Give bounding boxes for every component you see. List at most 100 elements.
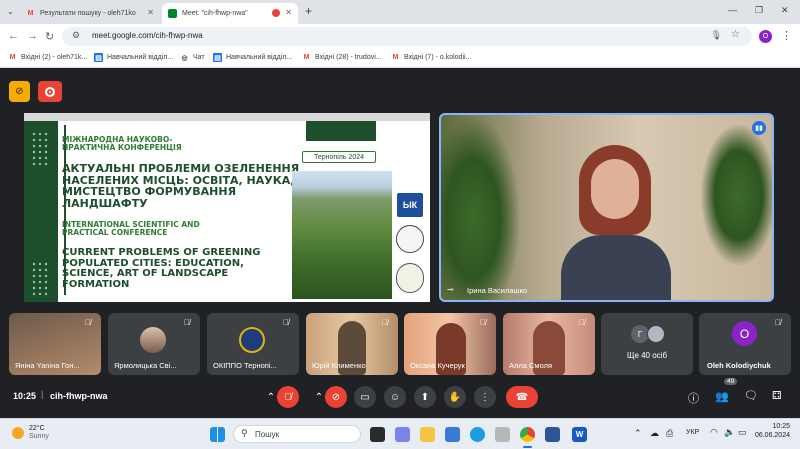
profile-avatar[interactable]: O <box>759 30 772 43</box>
app-icon[interactable] <box>545 427 560 442</box>
close-tab-icon[interactable]: ✕ <box>147 8 154 17</box>
meet-control-bar: 10:25 | cih-fhwp-nwa ⌃ 🎙̸ ⌃ ⊘ ▭ ☺ ⬆ ✋ ⋮ … <box>0 375 800 418</box>
wifi-icon[interactable]: ◠ <box>710 427 718 438</box>
presentation-tile[interactable]: МІЖНАРОДНА НАУКОВО-ПРАКТИЧНА КОНФЕРЕНЦІЯ… <box>24 113 430 302</box>
forward-icon[interactable]: → <box>27 30 38 42</box>
others-label: Ще 40 осіб <box>626 351 668 360</box>
mic-off-icon: 🎙̸ <box>284 391 292 403</box>
keyboard-lang[interactable]: УКР <box>686 429 699 436</box>
close-window-icon[interactable]: ✕ <box>781 5 789 16</box>
meeting-code: cih-fhwp-nwa <box>50 391 108 401</box>
menu-kebab-icon[interactable]: ⋮ <box>781 29 792 42</box>
tab-label: Результати пошуку - oleh71ko <box>40 10 136 17</box>
edge-icon[interactable] <box>470 427 485 442</box>
bookmark-label: Навчальний відділ... <box>107 54 174 61</box>
tab-search-icon[interactable]: ⌄ <box>7 7 14 16</box>
reactions-button[interactable]: ☺ <box>384 386 406 408</box>
camera-toggle-button[interactable]: ⊘ <box>325 386 347 408</box>
plant-right <box>701 125 772 265</box>
chrome-icon[interactable] <box>520 427 535 442</box>
weather-widget[interactable]: 22°C Sunny <box>12 425 49 440</box>
taskbar-search[interactable]: ⚲ Пошук <box>233 425 361 443</box>
people-icon[interactable]: 👥 <box>715 390 729 403</box>
participant-tile[interactable]: 🎙̸ Алла Смоля <box>503 313 595 375</box>
clock[interactable]: 10:25 06.06.2024 <box>752 423 790 441</box>
slide-top-strip <box>24 113 430 121</box>
mic-off-icon: 🎙̸ <box>184 318 190 327</box>
chat-icon[interactable]: 🗨 <box>744 389 758 402</box>
task-view-icon[interactable] <box>370 427 385 442</box>
bookmarks-bar: M Вхідні (2) - oleh71k... ▤ Навчальний від… <box>0 49 800 68</box>
microphone-icon[interactable]: 🎙 <box>711 30 722 41</box>
tab-meet[interactable]: Meet: "cih-fhwp-nwa" ✕ <box>162 3 298 24</box>
bookmark-item[interactable]: M Вхідні (28) - trudovi... <box>302 53 382 62</box>
printer-icon[interactable]: ⎙ <box>666 428 673 439</box>
participant-name: Oleh Kolodiychuk <box>707 361 771 370</box>
participant-tile[interactable]: 🎙̸ Ярмолицька Сві... <box>108 313 200 375</box>
search-placeholder: Пошук <box>255 430 280 439</box>
participant-name: Юрій Клименко <box>312 361 366 370</box>
chevron-up-icon[interactable]: ⌃ <box>634 428 642 439</box>
more-options-button[interactable]: ⋮ <box>474 386 496 408</box>
participant-tile[interactable]: 🎙̸ Яніна Yaniна Гон... <box>9 313 101 375</box>
recording-button[interactable] <box>38 81 62 102</box>
doc-icon: ▤ <box>94 53 103 62</box>
slide-header-en: INTERNATIONAL SCIENTIFIC AND PRACTICAL C… <box>62 220 200 237</box>
mic-off-icon: 🎙̸ <box>579 318 585 327</box>
present-button[interactable]: ⬆ <box>414 386 436 408</box>
activities-icon[interactable]: ⚃ <box>772 389 782 402</box>
back-icon[interactable]: ← <box>8 30 19 42</box>
cloud-icon[interactable]: ☁ <box>650 428 659 439</box>
bookmark-star-icon[interactable]: ☆ <box>731 29 740 40</box>
gmail-icon: M <box>27 10 34 17</box>
file-explorer-icon[interactable] <box>420 427 435 442</box>
slide-header-box <box>306 121 376 141</box>
plant-left <box>441 115 521 300</box>
tab-gmail-search[interactable]: M Результати пошуку - oleh71ko ✕ <box>20 3 160 24</box>
volume-icon[interactable]: 🔈 <box>724 427 735 438</box>
participant-tile[interactable]: 🎙̸ ОКІППО Тернопі... <box>207 313 299 375</box>
browser-toolbar: ← → ↻ ⚙ meet.google.com/cih-fhwp-nwa 🎙 ☆… <box>0 24 800 49</box>
participant-tile[interactable]: 🎙̸ Оксана Кучерук <box>404 313 496 375</box>
new-tab-button[interactable]: + <box>305 4 312 18</box>
address-bar[interactable]: ⚙ meet.google.com/cih-fhwp-nwa 🎙 ☆ <box>62 27 752 46</box>
store-icon[interactable] <box>445 427 460 442</box>
mic-off-icon: 🎙̸ <box>480 318 486 327</box>
site-info-icon[interactable]: ⚙ <box>72 30 80 41</box>
no-camera-badge[interactable]: ⊘ <box>9 81 30 102</box>
info-icon[interactable]: ⓘ <box>688 390 699 406</box>
mic-toggle-button[interactable]: 🎙̸ <box>277 386 299 408</box>
others-tile[interactable]: Г Ще 40 осіб <box>601 313 693 375</box>
captions-button[interactable]: ▭ <box>354 386 376 408</box>
bookmark-item[interactable]: M Вхідні (7) - o.kolodii... <box>391 53 472 62</box>
teams-icon[interactable] <box>395 427 410 442</box>
notes-icon[interactable] <box>495 427 510 442</box>
bookmark-item[interactable]: ◎ Чат <box>180 53 204 62</box>
minimize-icon[interactable]: — <box>728 5 737 15</box>
chat-icon: ◎ <box>181 54 188 62</box>
self-tile[interactable]: O 🎙̸ Oleh Kolodiychuk <box>699 313 791 375</box>
battery-icon[interactable]: ▭ <box>738 427 747 438</box>
reload-icon[interactable]: ↻ <box>45 30 54 43</box>
leave-call-button[interactable]: ☎ <box>506 386 538 408</box>
mic-off-icon: 🎙̸ <box>85 318 91 327</box>
bookmark-item[interactable]: ▤ Навчальний відділ... <box>94 53 173 62</box>
raise-hand-button[interactable]: ✋ <box>444 386 466 408</box>
landscape-photo <box>292 171 392 299</box>
bookmark-item[interactable]: M Вхідні (2) - oleh71k... <box>8 53 88 62</box>
word-icon[interactable]: W <box>572 427 587 442</box>
close-tab-icon[interactable]: ✕ <box>285 8 292 17</box>
pin-icon[interactable]: ⊸ <box>447 285 454 294</box>
speaker-tile[interactable]: ▮▮ ⊸ Ірина Василашко <box>439 113 774 302</box>
search-icon: ⚲ <box>241 428 248 438</box>
weather-desc: Sunny <box>29 432 49 440</box>
windows-start-icon[interactable] <box>210 427 225 442</box>
mic-off-icon: 🎙̸ <box>775 318 781 327</box>
bookmark-item[interactable]: ▤ Навчальний відділ... <box>213 53 292 62</box>
restore-icon[interactable]: ❐ <box>755 5 763 16</box>
url-text: meet.google.com/cih-fhwp-nwa <box>92 31 203 40</box>
participant-tile[interactable]: 🎙̸ Юрій Клименко <box>306 313 398 375</box>
slide-header-ua: МІЖНАРОДНА НАУКОВО-ПРАКТИЧНА КОНФЕРЕНЦІЯ <box>62 135 182 152</box>
university-logo: ЫК <box>397 193 423 217</box>
meet-icon <box>168 9 177 18</box>
